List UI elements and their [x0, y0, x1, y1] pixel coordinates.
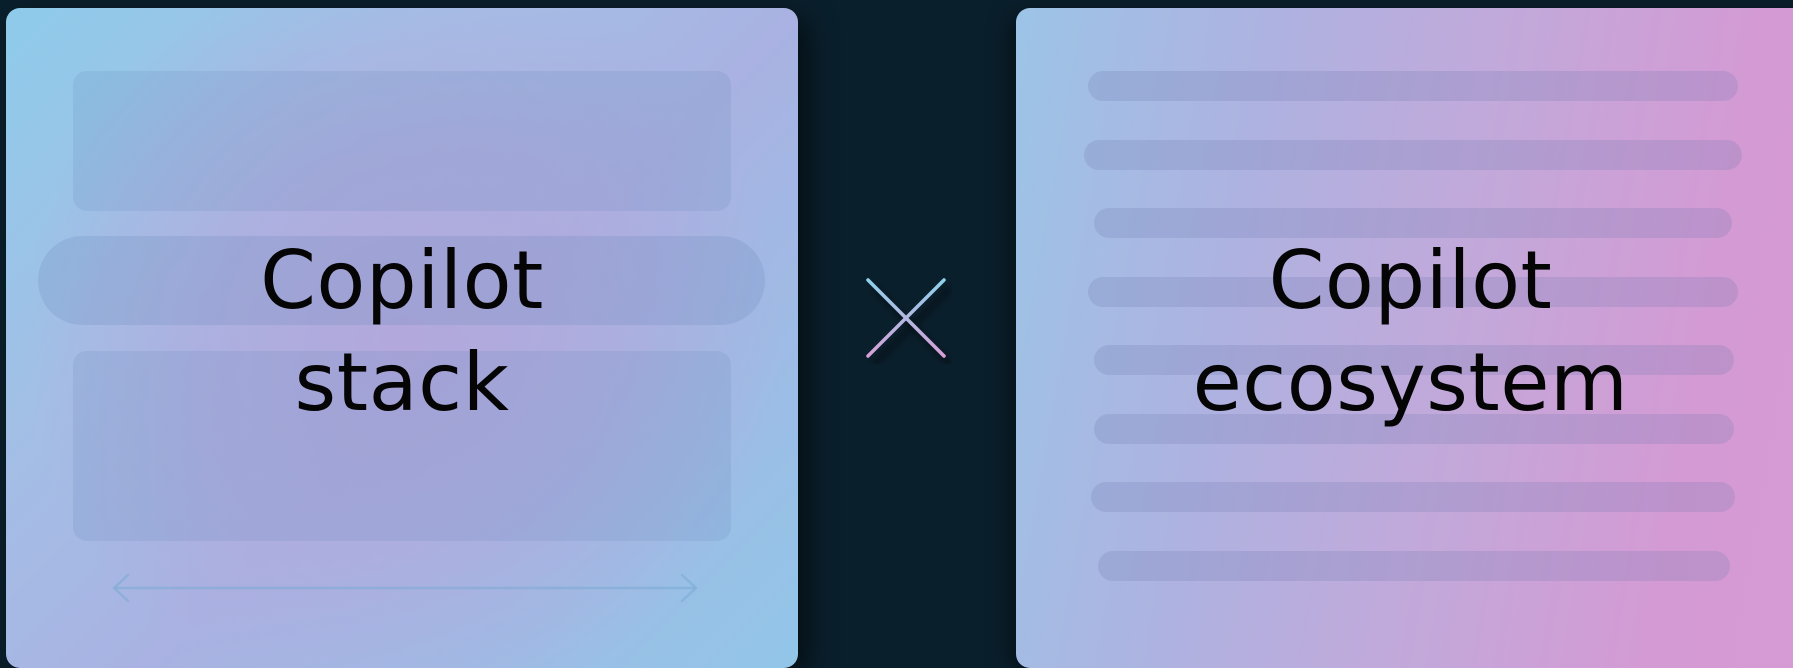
copilot-stack-title-line2: stack	[294, 336, 510, 429]
copilot-stack-card: Copilot stack	[6, 8, 798, 668]
double-arrow-icon	[112, 573, 698, 603]
copilot-stack-title-line1: Copilot	[260, 234, 544, 327]
copilot-stack-title: Copilot stack	[6, 230, 798, 434]
ecosystem-bar	[1098, 551, 1730, 581]
ecosystem-bar	[1084, 140, 1742, 170]
copilot-ecosystem-title-line2: ecosystem	[1192, 336, 1629, 429]
cross-icon	[866, 278, 946, 358]
ecosystem-bar	[1091, 482, 1735, 512]
copilot-ecosystem-title: Copilot ecosystem	[1016, 230, 1793, 434]
copilot-ecosystem-card: Copilot ecosystem	[1016, 8, 1793, 668]
stack-layer-top	[73, 71, 731, 211]
copilot-ecosystem-title-line1: Copilot	[1268, 234, 1553, 327]
ecosystem-bar	[1088, 71, 1738, 101]
